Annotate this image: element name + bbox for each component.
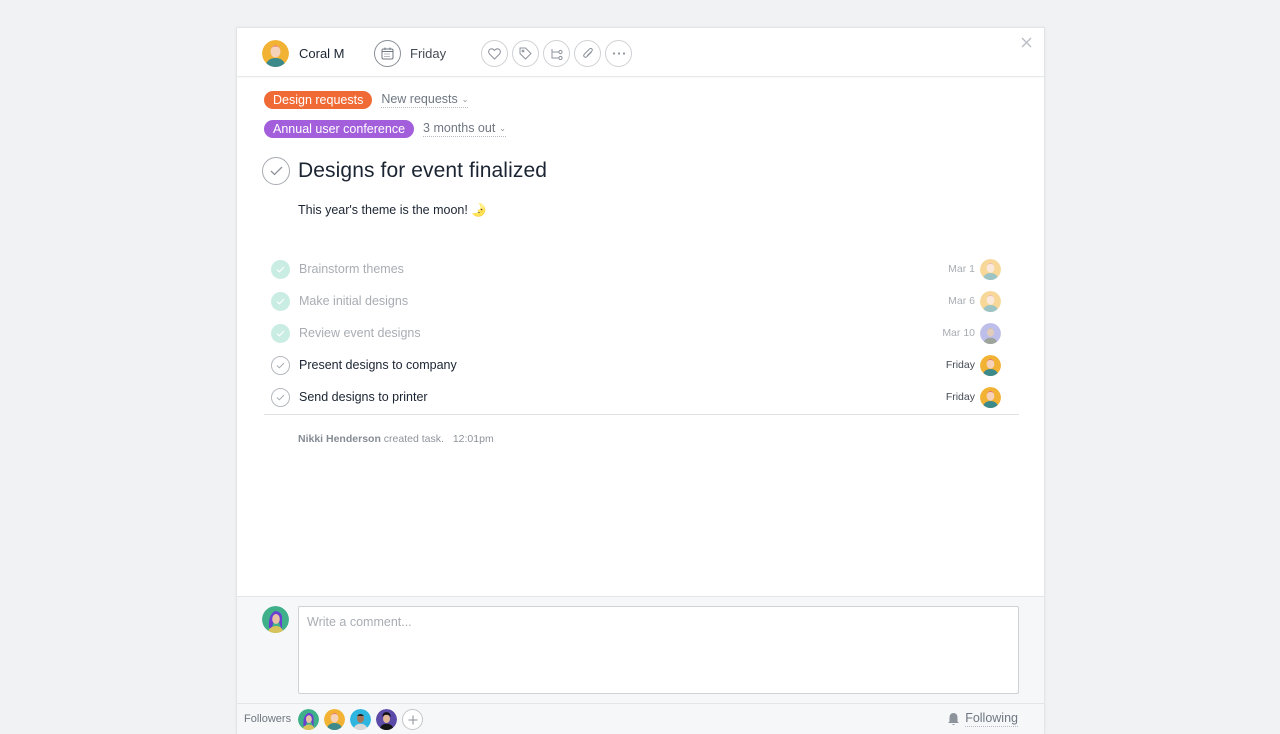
more-button[interactable] bbox=[605, 40, 632, 67]
subtask-checkbox[interactable] bbox=[271, 355, 290, 375]
story-author[interactable]: Nikki Henderson bbox=[298, 433, 381, 445]
followers-label: Followers bbox=[244, 713, 292, 725]
follower-avatar[interactable] bbox=[376, 709, 397, 730]
due-date-button[interactable]: Friday bbox=[374, 40, 446, 67]
chevron-down-icon: ⌄ bbox=[499, 124, 506, 133]
subtask-name[interactable]: Review event designs bbox=[299, 326, 942, 340]
followers-bar: Followers Following bbox=[237, 703, 1044, 734]
divider bbox=[264, 414, 1019, 415]
subtask-due-date[interactable]: Mar 6 bbox=[948, 295, 975, 307]
check-icon bbox=[276, 330, 285, 337]
bell-icon bbox=[948, 713, 960, 725]
subtask-due-date[interactable]: Mar 10 bbox=[942, 327, 975, 339]
check-icon bbox=[276, 298, 285, 305]
subtask-icon bbox=[551, 48, 563, 60]
task-toolbar: Coral M Friday bbox=[237, 28, 1044, 77]
more-icon bbox=[612, 52, 625, 55]
subtask-assignee-avatar[interactable] bbox=[980, 291, 1001, 312]
heart-icon bbox=[488, 47, 501, 60]
due-date-label: Friday bbox=[410, 46, 447, 61]
tags-button[interactable] bbox=[512, 40, 539, 67]
subtask-row[interactable]: Present designs to company Friday bbox=[264, 349, 1019, 381]
subtask-due-date[interactable]: Friday bbox=[946, 391, 975, 403]
task-detail-pane: Coral M Friday Design requests New reque… bbox=[236, 27, 1045, 734]
subtask-list: Brainstorm themes Mar 1 Make initial des… bbox=[264, 253, 1019, 413]
subtask-row[interactable]: Review event designs Mar 10 bbox=[264, 317, 1019, 349]
chevron-down-icon: ⌄ bbox=[461, 95, 469, 104]
story-time: 12:01pm bbox=[452, 433, 494, 445]
check-icon bbox=[276, 266, 285, 273]
project-row: Design requests New requests ⌄ bbox=[264, 91, 469, 109]
subtask-due-date[interactable]: Mar 1 bbox=[948, 263, 975, 275]
task-title[interactable]: Designs for event finalized bbox=[298, 159, 547, 183]
current-user-avatar bbox=[262, 606, 289, 633]
follower-avatar[interactable] bbox=[324, 709, 345, 730]
plus-icon bbox=[408, 715, 417, 724]
following-toggle[interactable]: Following bbox=[947, 711, 1018, 727]
subtask-assignee-avatar[interactable] bbox=[980, 355, 1001, 376]
follower-avatar[interactable] bbox=[298, 709, 319, 730]
complete-task-checkbox[interactable] bbox=[262, 157, 290, 185]
task-description[interactable]: This year's theme is the moon! 🌛 bbox=[298, 203, 487, 218]
subtask-row[interactable]: Make initial designs Mar 6 bbox=[264, 285, 1019, 317]
section-select-annual-user-conference[interactable]: 3 months out ⌄ bbox=[423, 121, 506, 137]
subtask-checkbox[interactable] bbox=[271, 291, 290, 311]
calendar-icon bbox=[374, 40, 401, 67]
task-actions bbox=[481, 40, 632, 67]
subtask-due-date[interactable]: Friday bbox=[946, 359, 975, 371]
subtask-assignee-avatar[interactable] bbox=[980, 259, 1001, 280]
project-pill-annual-user-conference[interactable]: Annual user conference bbox=[264, 120, 415, 138]
subtask-row[interactable]: Brainstorm themes Mar 1 bbox=[264, 253, 1019, 285]
assignee-avatar bbox=[262, 40, 289, 67]
comment-input[interactable] bbox=[298, 606, 1019, 694]
attach-button[interactable] bbox=[574, 40, 601, 67]
subtask-checkbox[interactable] bbox=[271, 387, 290, 407]
subtask-assignee-avatar[interactable] bbox=[980, 323, 1001, 344]
subtasks-button[interactable] bbox=[543, 40, 570, 67]
subtask-name[interactable]: Make initial designs bbox=[299, 294, 948, 308]
subtask-name[interactable]: Send designs to printer bbox=[299, 390, 946, 404]
check-icon bbox=[276, 394, 285, 401]
comment-footer: Followers Following bbox=[237, 596, 1044, 734]
task-title-row: Designs for event finalized bbox=[262, 157, 547, 185]
story-action: created task. bbox=[383, 433, 444, 445]
subtask-checkbox[interactable] bbox=[271, 323, 290, 343]
project-row: Annual user conference 3 months out ⌄ bbox=[264, 120, 506, 138]
subtask-row[interactable]: Send designs to printer Friday bbox=[264, 381, 1019, 413]
check-icon bbox=[276, 362, 285, 369]
check-icon bbox=[270, 166, 282, 176]
section-label: New requests bbox=[381, 92, 458, 106]
follower-avatar[interactable] bbox=[350, 709, 371, 730]
subtask-checkbox[interactable] bbox=[271, 259, 290, 279]
paperclip-icon bbox=[582, 47, 593, 58]
subtask-assignee-avatar[interactable] bbox=[980, 387, 1001, 408]
close-button[interactable] bbox=[1020, 36, 1034, 50]
assignee-name: Coral M bbox=[299, 46, 345, 61]
project-pill-design-requests[interactable]: Design requests bbox=[264, 91, 373, 109]
followers-list bbox=[298, 709, 423, 730]
assignee-button[interactable]: Coral M bbox=[262, 40, 345, 67]
tag-icon bbox=[519, 47, 532, 60]
add-follower-button[interactable] bbox=[402, 709, 423, 730]
close-icon bbox=[1021, 37, 1032, 48]
section-select-design-requests[interactable]: New requests ⌄ bbox=[381, 92, 469, 108]
like-button[interactable] bbox=[481, 40, 508, 67]
activity-story: Nikki Henderson created task. 12:01pm bbox=[298, 433, 494, 445]
following-label: Following bbox=[965, 711, 1018, 727]
section-label: 3 months out bbox=[423, 121, 496, 135]
subtask-name[interactable]: Present designs to company bbox=[299, 358, 946, 372]
subtask-name[interactable]: Brainstorm themes bbox=[299, 262, 948, 276]
